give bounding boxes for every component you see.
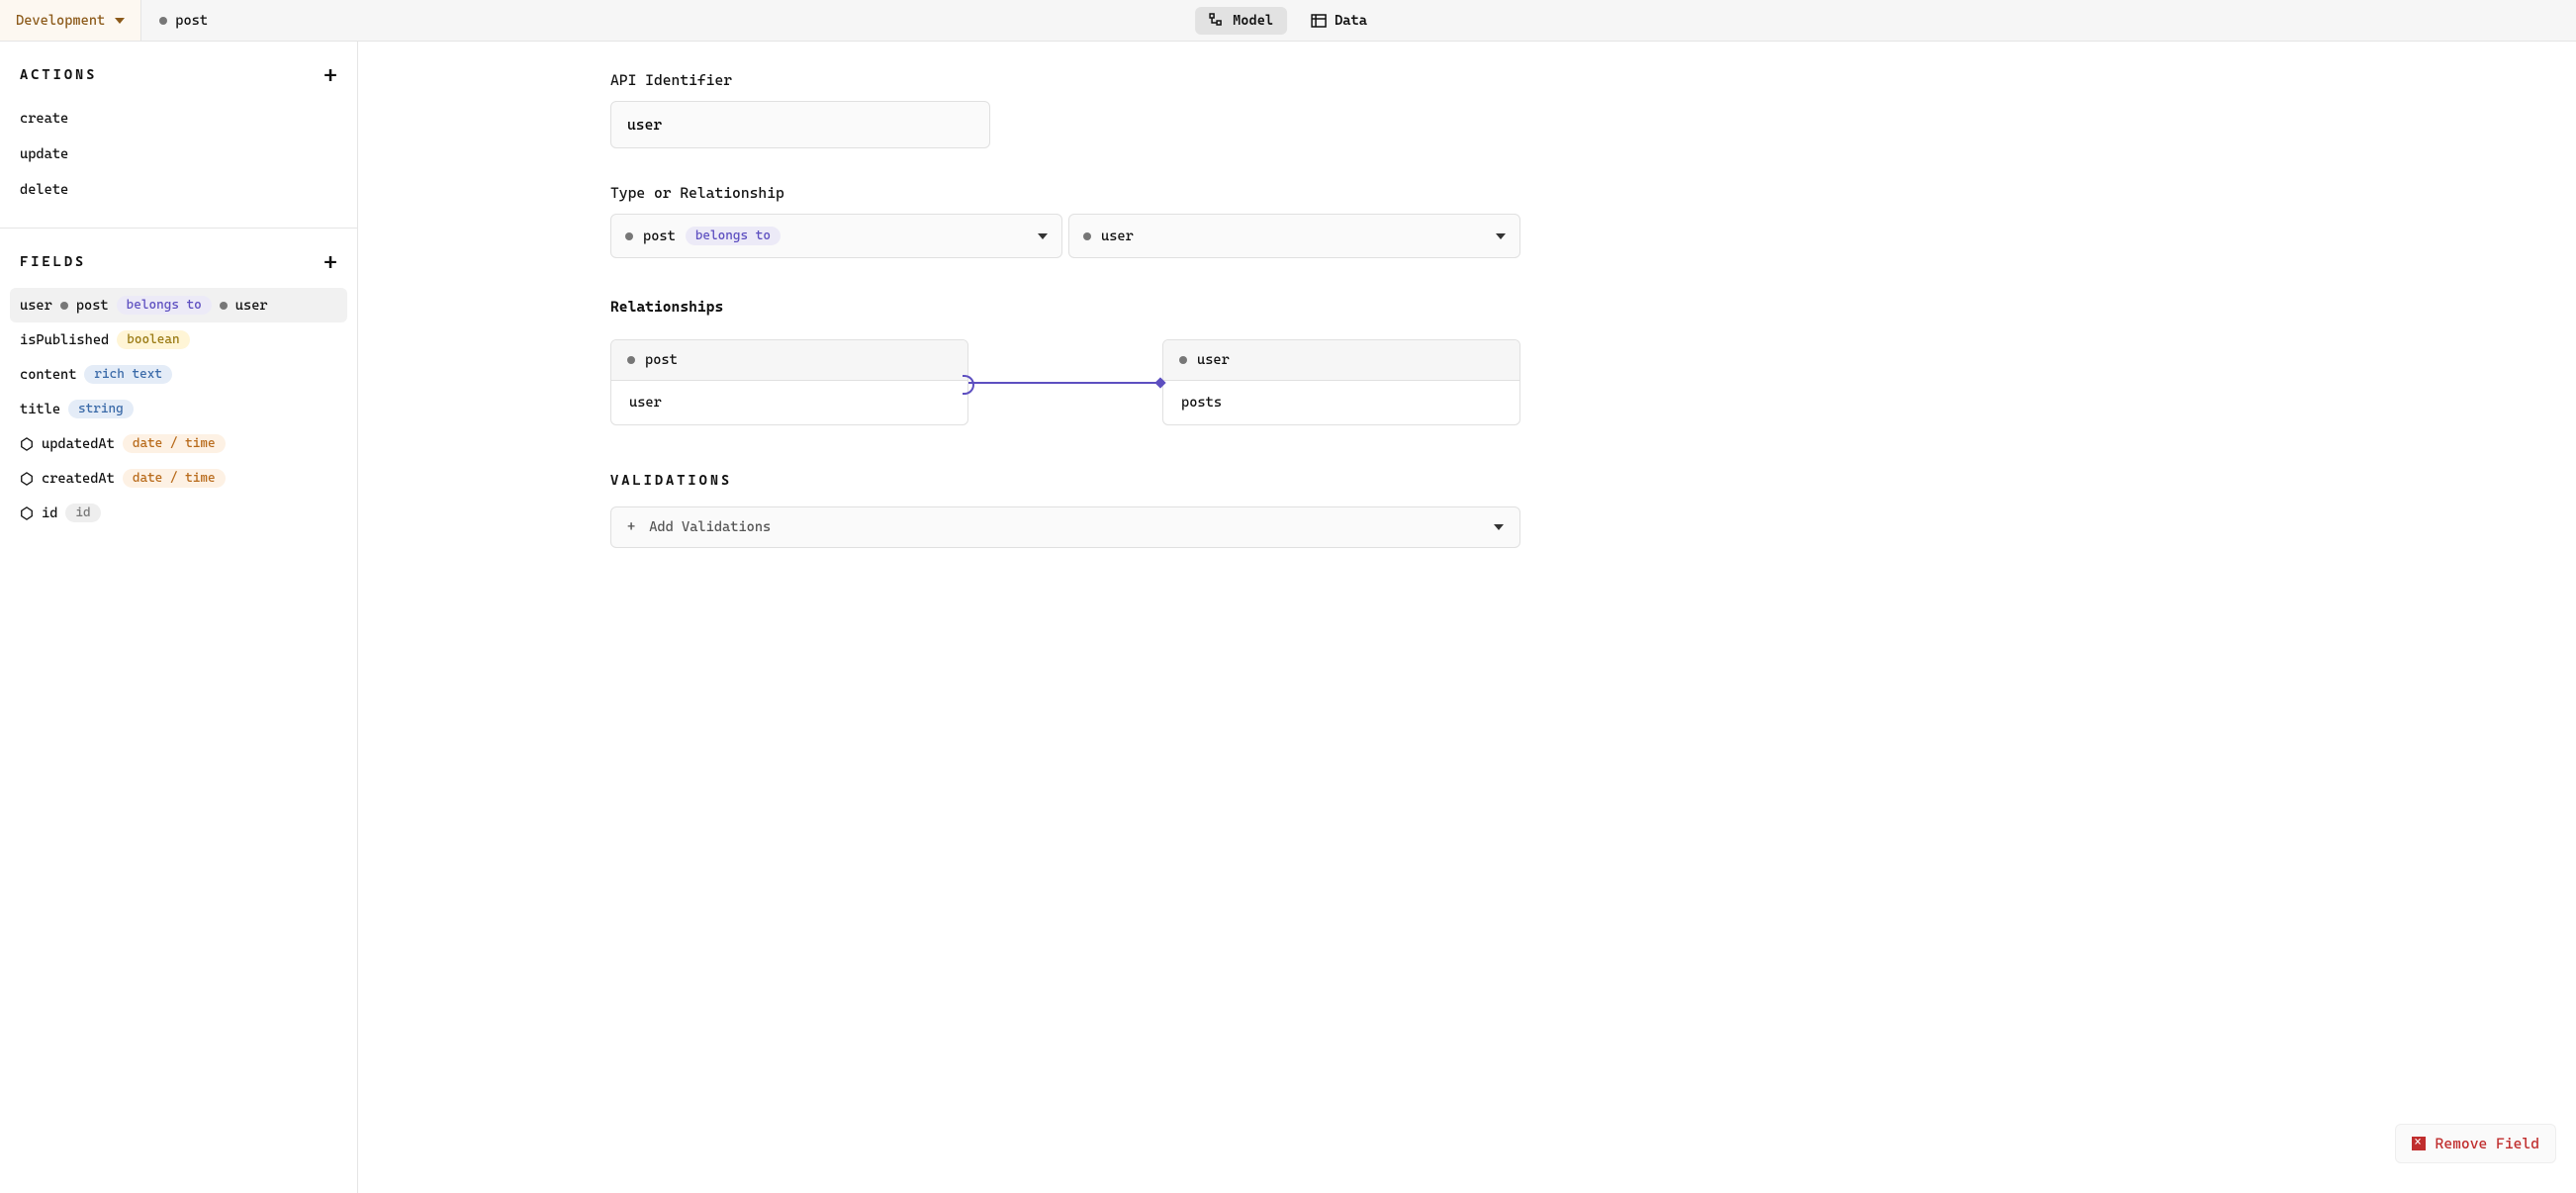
action-label: delete	[20, 182, 68, 198]
add-validations-button[interactable]: + Add Validations	[610, 506, 1520, 548]
action-create[interactable]: create	[0, 101, 357, 137]
remove-field-button[interactable]: Remove Field	[2395, 1124, 2556, 1163]
field-rel-type-badge: belongs to	[117, 296, 212, 315]
dot-icon	[60, 302, 68, 310]
field-name: content	[20, 367, 76, 383]
relationship-connector-icon	[968, 382, 1162, 384]
field-type-badge: string	[68, 400, 134, 418]
field-name: createdAt	[42, 471, 115, 487]
api-identifier-label: API Identifier	[610, 71, 1520, 89]
field-name: id	[42, 505, 57, 521]
dot-icon	[220, 302, 228, 310]
view-model-button[interactable]: Model	[1195, 7, 1287, 35]
chevron-down-icon	[1038, 233, 1048, 239]
type-relationship-label: Type or Relationship	[610, 184, 1520, 202]
view-data-button[interactable]: Data	[1297, 7, 1381, 35]
actions-section-title: ACTIONS	[20, 67, 97, 83]
field-type-badge: id	[65, 504, 100, 522]
fields-section-title: FIELDS	[20, 254, 86, 270]
environment-name: Development	[16, 13, 105, 29]
field-updatedAt[interactable]: updatedAt date / time	[0, 426, 357, 461]
rel-target: user	[1101, 229, 1134, 244]
field-type-badge: rich text	[84, 365, 172, 384]
chevron-down-icon	[1494, 524, 1504, 530]
field-type-badge: date / time	[123, 469, 226, 488]
action-update[interactable]: update	[0, 137, 357, 172]
rel-from: post	[643, 229, 676, 244]
rel-card-header-text: post	[645, 352, 678, 368]
rel-card-header-text: user	[1197, 352, 1230, 368]
dot-icon	[1083, 232, 1091, 240]
field-user[interactable]: user post belongs to user	[10, 288, 347, 322]
dot-icon	[159, 17, 167, 25]
field-name: title	[20, 402, 60, 417]
rel-card-body-text: user	[611, 381, 967, 424]
field-isPublished[interactable]: isPublished boolean	[0, 322, 357, 357]
action-label: update	[20, 146, 68, 162]
relationship-target-select[interactable]: user	[1068, 214, 1520, 258]
field-content[interactable]: content rich text	[0, 357, 357, 392]
relationships-heading: Relationships	[610, 298, 1520, 316]
field-rel-to: user	[235, 298, 268, 314]
data-icon	[1311, 13, 1327, 29]
add-action-button[interactable]: +	[323, 63, 337, 87]
plus-icon: +	[627, 519, 635, 535]
view-data-label: Data	[1334, 13, 1367, 29]
chevron-down-icon	[115, 18, 125, 24]
view-model-label: Model	[1233, 13, 1273, 29]
field-type-badge: date / time	[123, 434, 226, 453]
chevron-down-icon	[1496, 233, 1506, 239]
dot-icon	[625, 232, 633, 240]
field-rel-from: post	[76, 298, 109, 314]
add-field-button[interactable]: +	[323, 250, 337, 274]
add-validations-label: Add Validations	[649, 519, 771, 535]
remove-field-label: Remove Field	[2436, 1135, 2539, 1152]
rel-card-post[interactable]: post user	[610, 339, 968, 425]
system-field-icon	[20, 437, 34, 451]
api-identifier-input[interactable]	[610, 101, 990, 148]
field-title[interactable]: title string	[0, 392, 357, 426]
dot-icon	[627, 356, 635, 364]
rel-type-badge: belongs to	[686, 227, 781, 245]
environment-selector[interactable]: Development	[0, 0, 141, 41]
system-field-icon	[20, 472, 34, 486]
field-id[interactable]: id id	[0, 496, 357, 530]
dot-icon	[1179, 356, 1187, 364]
field-name: user	[20, 298, 52, 314]
rel-card-user[interactable]: user posts	[1162, 339, 1520, 425]
relationship-type-select[interactable]: post belongs to	[610, 214, 1062, 258]
system-field-icon	[20, 506, 34, 520]
field-name: isPublished	[20, 332, 109, 348]
action-delete[interactable]: delete	[0, 172, 357, 208]
rel-card-body-text: posts	[1163, 381, 1519, 424]
field-type-badge: boolean	[117, 330, 189, 349]
field-createdAt[interactable]: createdAt date / time	[0, 461, 357, 496]
trash-icon	[2412, 1137, 2426, 1150]
field-name: updatedAt	[42, 436, 115, 452]
relationship-diagram: post user user posts	[610, 339, 1520, 425]
validations-title: VALIDATIONS	[610, 473, 1520, 489]
model-icon	[1209, 13, 1225, 29]
breadcrumb-model: post	[175, 13, 208, 29]
breadcrumb: post	[141, 13, 226, 29]
action-label: create	[20, 111, 68, 127]
